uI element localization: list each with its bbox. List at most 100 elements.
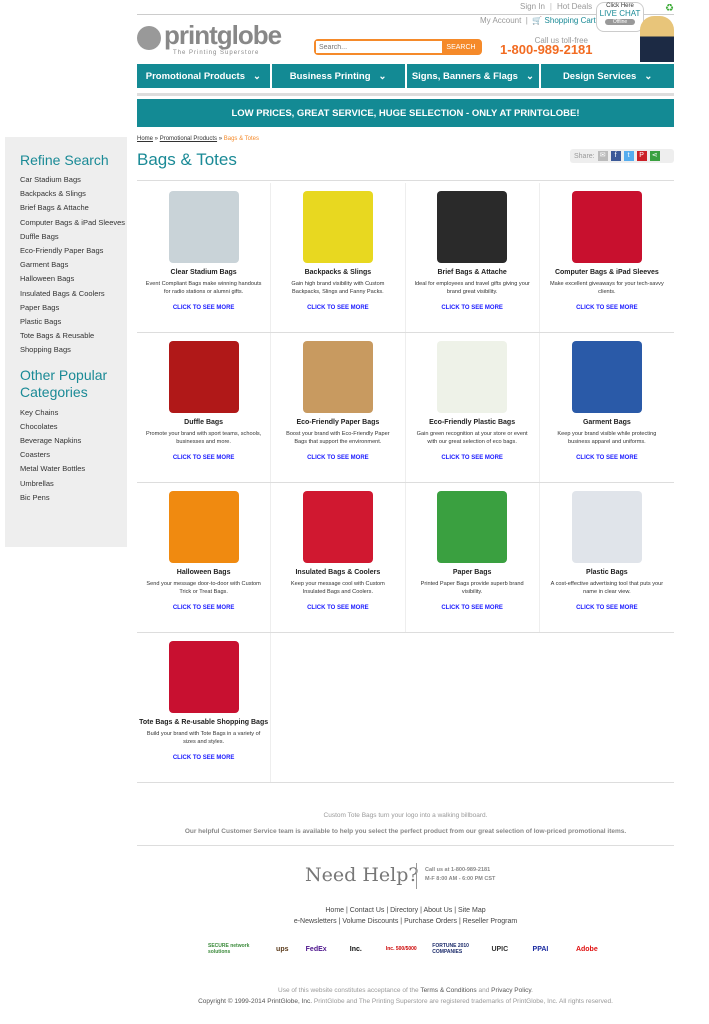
privacy-link[interactable]: Privacy Policy <box>491 987 531 994</box>
breadcrumb-promotional-products[interactable]: Promotional Products <box>160 136 217 142</box>
product-card[interactable]: Paper Bags Printed Paper Bags provide sup… <box>406 483 540 632</box>
twitter-icon[interactable]: t <box>623 151 634 161</box>
product-name[interactable]: Clear Stadium Bags <box>137 269 270 276</box>
product-name[interactable]: Garment Bags <box>540 419 674 426</box>
pinterest-icon[interactable]: P <box>636 151 647 161</box>
search-input[interactable] <box>316 41 442 53</box>
click-to-see-more-link[interactable]: CLICK TO SEE MORE <box>576 305 638 311</box>
footer-link[interactable]: e-Newsletters <box>294 918 337 925</box>
facebook-icon[interactable]: f <box>610 151 621 161</box>
product-image[interactable] <box>168 641 239 713</box>
nav-signs-banners-flags[interactable]: Signs, Banners & Flags ⌄ <box>406 64 540 88</box>
product-card[interactable]: Eco-Friendly Paper Bags Boost your brand … <box>271 333 406 482</box>
product-image[interactable] <box>168 341 239 413</box>
nav-business-printing[interactable]: Business Printing ⌄ <box>271 64 405 88</box>
product-name[interactable]: Insulated Bags & Coolers <box>271 569 404 576</box>
footer-link[interactable]: Volume Discounts <box>342 918 398 925</box>
footer-link[interactable]: Directory <box>390 907 418 914</box>
click-to-see-more-link[interactable]: CLICK TO SEE MORE <box>173 455 235 461</box>
product-image[interactable] <box>437 491 508 563</box>
click-to-see-more-link[interactable]: CLICK TO SEE MORE <box>307 605 369 611</box>
product-name[interactable]: Tote Bags & Re-usable Shopping Bags <box>137 719 270 726</box>
hot-deals-link[interactable]: Hot Deals <box>557 2 592 11</box>
product-image[interactable] <box>571 191 642 263</box>
terms-link[interactable]: Terms & Conditions <box>420 987 476 994</box>
my-account-link[interactable]: My Account <box>480 16 521 25</box>
product-card[interactable]: Brief Bags & Attache Ideal for employees … <box>406 183 540 332</box>
footer-link[interactable]: Home <box>325 907 344 914</box>
sidebar-refine-link[interactable]: Insulated Bags & Coolers <box>20 287 127 301</box>
product-image[interactable] <box>571 491 642 563</box>
product-card[interactable]: Clear Stadium Bags Event Compliant Bags m… <box>137 183 272 332</box>
product-card[interactable]: Garment Bags Keep your brand visible whil… <box>540 333 674 482</box>
click-to-see-more-link[interactable]: CLICK TO SEE MORE <box>173 605 235 611</box>
product-name[interactable]: Brief Bags & Attache <box>406 269 539 276</box>
product-image[interactable] <box>437 341 508 413</box>
logo[interactable]: printglobe The Printing Superstore <box>137 20 282 58</box>
sidebar-refine-link[interactable]: Car Stadium Bags <box>20 173 127 187</box>
sidebar-category-link[interactable]: Chocolates <box>20 420 127 434</box>
product-image[interactable] <box>571 341 642 413</box>
product-card[interactable]: Backpacks & Slings Gain high brand visibi… <box>271 183 406 332</box>
footer-link[interactable]: About Us <box>423 907 452 914</box>
product-name[interactable]: Duffle Bags <box>137 419 270 426</box>
sidebar-refine-link[interactable]: Plastic Bags <box>20 315 127 329</box>
sidebar-category-link[interactable]: Beverage Napkins <box>20 434 127 448</box>
click-to-see-more-link[interactable]: CLICK TO SEE MORE <box>307 305 369 311</box>
nav-design-services[interactable]: Design Services ⌄ <box>541 64 674 88</box>
product-card[interactable]: Eco-Friendly Plastic Bags Gain green reco… <box>406 333 540 482</box>
product-image[interactable] <box>437 191 508 263</box>
sidebar-refine-link[interactable]: Computer Bags & iPad Sleeves <box>20 216 127 230</box>
product-name[interactable]: Paper Bags <box>406 569 539 576</box>
product-card[interactable]: Tote Bags & Re-usable Shopping Bags Build… <box>137 633 272 782</box>
product-image[interactable] <box>302 341 373 413</box>
breadcrumb-home[interactable]: Home <box>137 136 153 142</box>
sidebar-refine-link[interactable]: Duffle Bags <box>20 230 127 244</box>
product-card[interactable]: Plastic Bags A cost-effective advertising… <box>540 483 674 632</box>
footer-link[interactable]: Purchase Orders <box>404 918 457 925</box>
click-to-see-more-link[interactable]: CLICK TO SEE MORE <box>441 305 503 311</box>
click-to-see-more-link[interactable]: CLICK TO SEE MORE <box>441 455 503 461</box>
footer-link[interactable]: Site Map <box>458 907 486 914</box>
sidebar-category-link[interactable]: Key Chains <box>20 406 127 420</box>
sidebar-category-link[interactable]: Metal Water Bottles <box>20 462 127 476</box>
click-to-see-more-link[interactable]: CLICK TO SEE MORE <box>307 455 369 461</box>
click-to-see-more-link[interactable]: CLICK TO SEE MORE <box>441 605 503 611</box>
footer-link[interactable]: Reseller Program <box>463 918 517 925</box>
sidebar-refine-link[interactable]: Tote Bags & Reusable Shopping Bags <box>20 329 127 357</box>
sidebar-refine-link[interactable]: Garment Bags <box>20 258 127 272</box>
sidebar-refine-link[interactable]: Paper Bags <box>20 301 127 315</box>
nav-promotional-products[interactable]: Promotional Products ⌄ <box>137 64 270 88</box>
live-chat-button[interactable]: Click Here LIVE CHAT Offline <box>596 2 644 32</box>
product-image[interactable] <box>168 491 239 563</box>
sidebar-category-link[interactable]: Umbrellas <box>20 477 127 491</box>
product-card[interactable]: Computer Bags & iPad Sleeves Make excelle… <box>540 183 674 332</box>
sidebar-refine-link[interactable]: Backpacks & Slings <box>20 187 127 201</box>
click-to-see-more-link[interactable]: CLICK TO SEE MORE <box>576 455 638 461</box>
sidebar-refine-link[interactable]: Brief Bags & Attache <box>20 201 127 215</box>
footer-link[interactable]: Contact Us <box>350 907 385 914</box>
product-card[interactable]: Halloween Bags Send your message door-to-… <box>137 483 272 632</box>
product-name[interactable]: Backpacks & Slings <box>271 269 404 276</box>
product-image[interactable] <box>168 191 239 263</box>
shopping-cart-link[interactable]: Shopping Cart <box>545 16 596 25</box>
click-to-see-more-link[interactable]: CLICK TO SEE MORE <box>576 605 638 611</box>
product-name[interactable]: Eco-Friendly Plastic Bags <box>406 419 539 426</box>
click-to-see-more-link[interactable]: CLICK TO SEE MORE <box>173 755 235 761</box>
search-button[interactable]: SEARCH <box>442 41 480 53</box>
product-name[interactable]: Plastic Bags <box>540 569 674 576</box>
product-name[interactable]: Eco-Friendly Paper Bags <box>271 419 404 426</box>
product-name[interactable]: Computer Bags & iPad Sleeves <box>540 269 674 276</box>
product-image[interactable] <box>302 191 373 263</box>
product-image[interactable] <box>302 491 373 563</box>
product-name[interactable]: Halloween Bags <box>137 569 270 576</box>
sidebar-refine-link[interactable]: Halloween Bags <box>20 272 127 286</box>
sidebar-category-link[interactable]: Coasters <box>20 448 127 462</box>
product-card[interactable]: Duffle Bags Promote your brand with sport… <box>137 333 272 482</box>
sidebar-category-link[interactable]: Bic Pens <box>20 491 127 505</box>
email-icon[interactable]: ✉ <box>597 151 608 161</box>
product-card[interactable]: Insulated Bags & Coolers Keep your messag… <box>271 483 406 632</box>
click-to-see-more-link[interactable]: CLICK TO SEE MORE <box>173 305 235 311</box>
sidebar-refine-link[interactable]: Eco-Friendly Paper Bags <box>20 244 127 258</box>
sign-in-link[interactable]: Sign In <box>520 2 545 11</box>
